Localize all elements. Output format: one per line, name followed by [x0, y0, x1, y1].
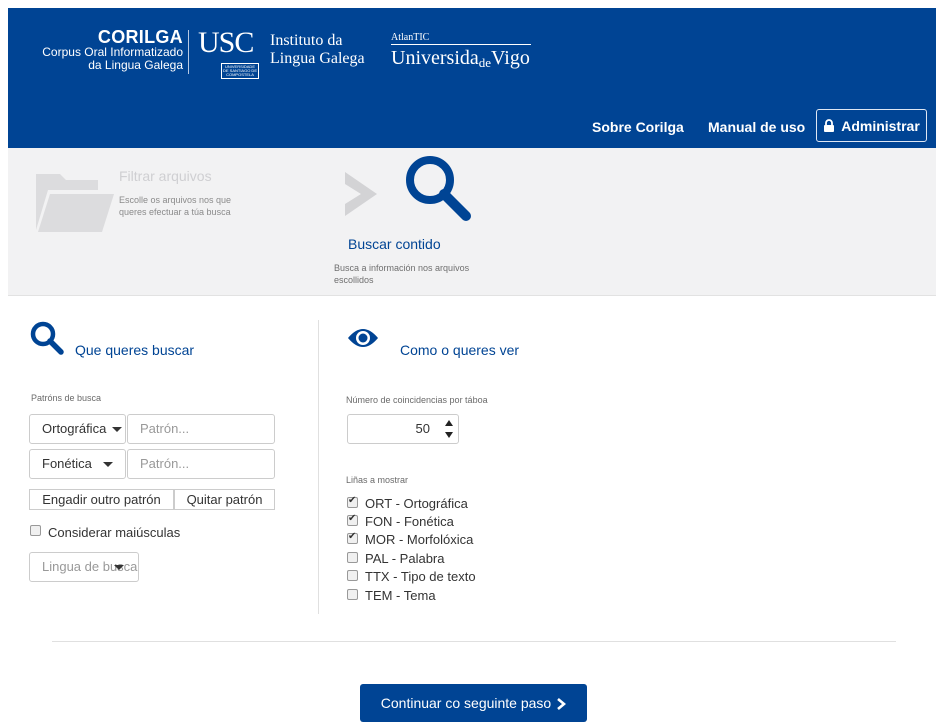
- line-pal-label: PAL - Palabra: [365, 551, 445, 566]
- line-tem-label: TEM - Tema: [365, 588, 436, 603]
- eye-icon: [348, 329, 378, 347]
- search-icon: [406, 156, 471, 221]
- matches-per-table-label: Número de coincidencias por táboa: [346, 395, 488, 405]
- lines-to-show-label: Liñas a mostrar: [346, 475, 409, 485]
- pattern-input-1[interactable]: Patrón...: [127, 414, 275, 444]
- section-separator: [52, 641, 896, 642]
- ilg-logo[interactable]: Instituto da Lingua Galega: [270, 32, 365, 68]
- line-tem-checkbox[interactable]: [347, 589, 358, 600]
- matches-per-table-stepper[interactable]: 50: [347, 414, 459, 444]
- admin-button[interactable]: Administrar: [816, 109, 927, 142]
- line-ort-checkbox[interactable]: [347, 495, 358, 508]
- ilg-line2: Lingua Galega: [270, 50, 365, 67]
- language-select[interactable]: Lingua de busca: [29, 552, 139, 582]
- chevron-right-icon: [557, 698, 567, 710]
- admin-button-label: Administrar: [841, 117, 920, 134]
- continue-button[interactable]: Continuar co seguinte paso: [360, 684, 587, 722]
- ilg-line1: Instituto da: [270, 32, 343, 49]
- line-ort-label: ORT - Ortográfica: [365, 496, 468, 511]
- add-pattern-button[interactable]: Engadir outro patrón: [29, 489, 174, 510]
- step-filter-description: Escolle os arquivos nos que queres efect…: [119, 195, 232, 217]
- uvigo-name: UniversidadeVigo: [391, 47, 530, 70]
- lock-icon: [824, 119, 835, 132]
- view-section-title: Como o queres ver: [400, 342, 520, 358]
- uvigo-logo[interactable]: AtlanTIC UniversidadeVigo: [391, 32, 531, 74]
- step-search-description: Busca a información nos arquivos escolli…: [334, 263, 470, 285]
- pattern-input-2[interactable]: Patrón...: [127, 449, 275, 479]
- search-section-title: Que queres buscar: [75, 342, 195, 358]
- atlantic-label: AtlanTIC: [391, 32, 430, 43]
- stepper-arrows-icon[interactable]: [444, 418, 454, 440]
- pattern-type-select-1[interactable]: Ortográfica: [29, 414, 126, 444]
- step-filter-title[interactable]: Filtrar arquivos: [119, 168, 212, 184]
- pattern-type-value: Fonética: [42, 456, 92, 471]
- site-header: CORILGA Corpus Oral Informatizado da Lin…: [8, 8, 936, 148]
- nav-about-link[interactable]: Sobre Corilga: [592, 119, 684, 135]
- line-fon-checkbox[interactable]: [347, 513, 358, 526]
- search-icon: [30, 321, 64, 355]
- case-sensitive-checkbox[interactable]: [30, 525, 41, 536]
- chevron-down-icon: [112, 427, 122, 432]
- header-divider: [188, 30, 189, 74]
- step-search-title[interactable]: Buscar contido: [348, 236, 441, 252]
- wizard-steps: Filtrar arquivos Escolle os arquivos nos…: [8, 148, 936, 296]
- atlantic-rule: [391, 44, 531, 45]
- brand-subtitle-line2: da Lingua Galega: [88, 58, 183, 72]
- line-ttx-label: TTX - Tipo de texto: [365, 569, 476, 584]
- pattern-type-select-2[interactable]: Fonética: [29, 449, 126, 479]
- chevron-down-icon: [114, 565, 124, 570]
- nav-manual-link[interactable]: Manual de uso: [708, 119, 805, 135]
- usc-tagline: UNIVERSIDADE DE SANTIAGO DE COMPOSTELA: [221, 63, 259, 79]
- remove-pattern-button[interactable]: Quitar patrón: [174, 489, 275, 510]
- matches-per-table-value: 50: [415, 421, 430, 436]
- folder-icon: [36, 174, 114, 232]
- patterns-label: Patróns de busca: [31, 393, 102, 403]
- continue-button-label: Continuar co seguinte paso: [380, 695, 552, 711]
- chevron-right-icon: [345, 172, 377, 216]
- line-mor-label: MOR - Morfolóxica: [365, 532, 474, 547]
- line-mor-checkbox[interactable]: [347, 531, 358, 544]
- corilga-logo[interactable]: CORILGA Corpus Oral Informatizado da Lin…: [20, 28, 183, 72]
- line-fon-label: FON - Fonética: [365, 514, 454, 529]
- line-ttx-checkbox[interactable]: [347, 570, 358, 581]
- case-sensitive-label: Considerar maiúsculas: [48, 525, 181, 540]
- usc-letters: USC: [198, 26, 254, 59]
- brand-title: CORILGA: [97, 27, 183, 47]
- chevron-down-icon: [103, 462, 113, 467]
- line-pal-checkbox[interactable]: [347, 552, 358, 563]
- pattern-type-value: Ortográfica: [42, 421, 107, 436]
- column-divider: [318, 320, 319, 614]
- usc-logo[interactable]: USC UNIVERSIDADE DE SANTIAGO DE COMPOSTE…: [198, 26, 259, 79]
